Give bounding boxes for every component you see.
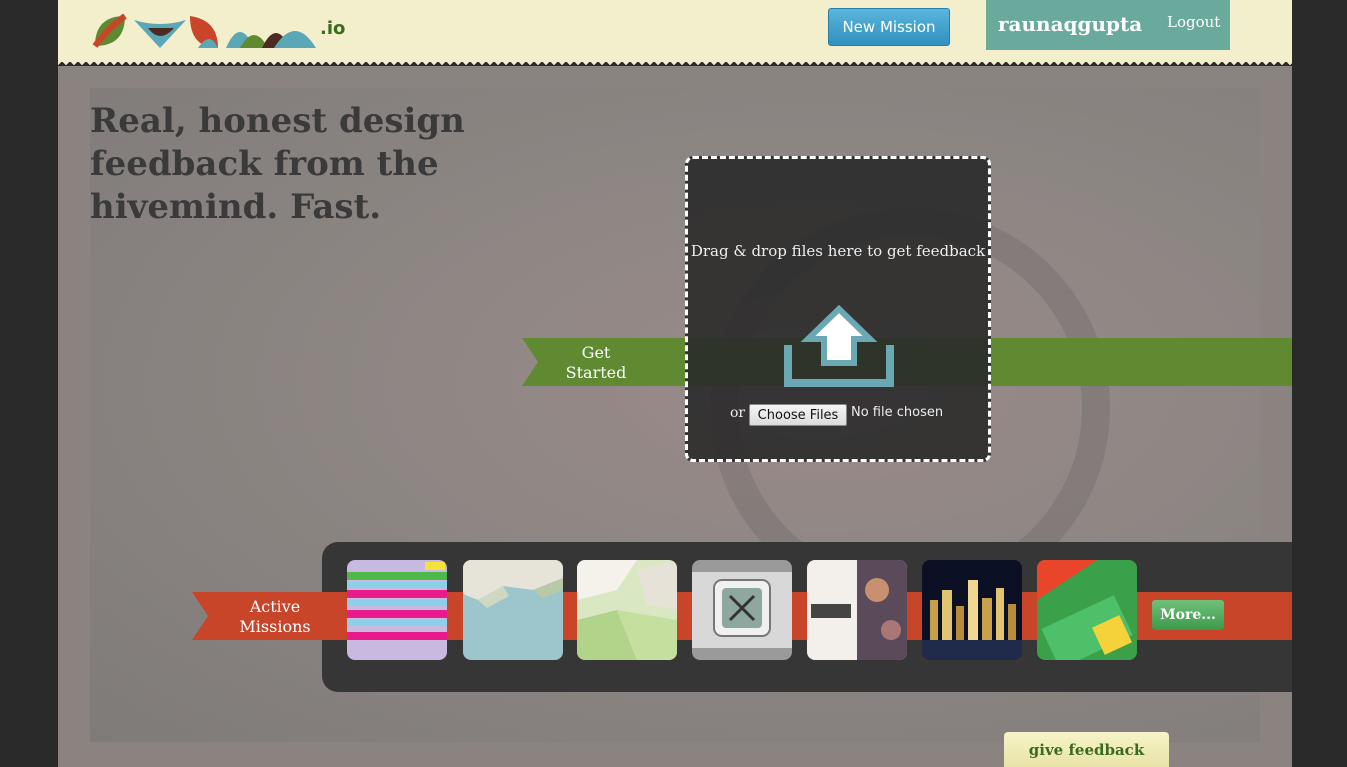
username-link[interactable]: raunaqgupta	[998, 12, 1142, 36]
more-missions-button[interactable]: More...	[1152, 600, 1224, 630]
mission-thumbnail-history-summary[interactable]	[347, 560, 447, 660]
mission-thumbnail-gallery-poster[interactable]	[807, 560, 907, 660]
upload-or-label: or	[730, 405, 746, 421]
upload-icon	[784, 305, 894, 387]
site-logo[interactable]	[90, 8, 350, 54]
choose-files-button[interactable]: Choose Files	[749, 404, 847, 426]
logo-suffix: .io	[320, 18, 346, 39]
new-mission-button[interactable]: New Mission	[828, 8, 950, 46]
upload-dropzone[interactable]: Drag & drop files here to get feedback o…	[685, 156, 991, 462]
user-menu: raunaqgupta Logout	[986, 0, 1230, 50]
mission-thumbnail-grasshopper-homework[interactable]	[1037, 560, 1137, 660]
mission-thumbnail-kitchen-app-icon[interactable]	[692, 560, 792, 660]
logout-link[interactable]: Logout	[1167, 13, 1220, 31]
upload-instructions: Drag & drop files here to get feedback	[690, 242, 986, 260]
active-missions-label: Active Missions	[239, 597, 311, 636]
header-zigzag-edge	[58, 60, 1292, 68]
mission-thumbnail-low-poly-water[interactable]	[463, 560, 563, 660]
mission-thumbnail-low-poly-grass[interactable]	[577, 560, 677, 660]
give-feedback-tab[interactable]: give feedback	[1004, 732, 1169, 767]
hero-tagline: Real, honest design feedback from the hi…	[90, 101, 465, 227]
mission-thumbnail-city-night[interactable]	[922, 560, 1022, 660]
no-file-chosen-text: No file chosen	[851, 405, 944, 420]
get-started-label: Get Started	[565, 343, 627, 382]
